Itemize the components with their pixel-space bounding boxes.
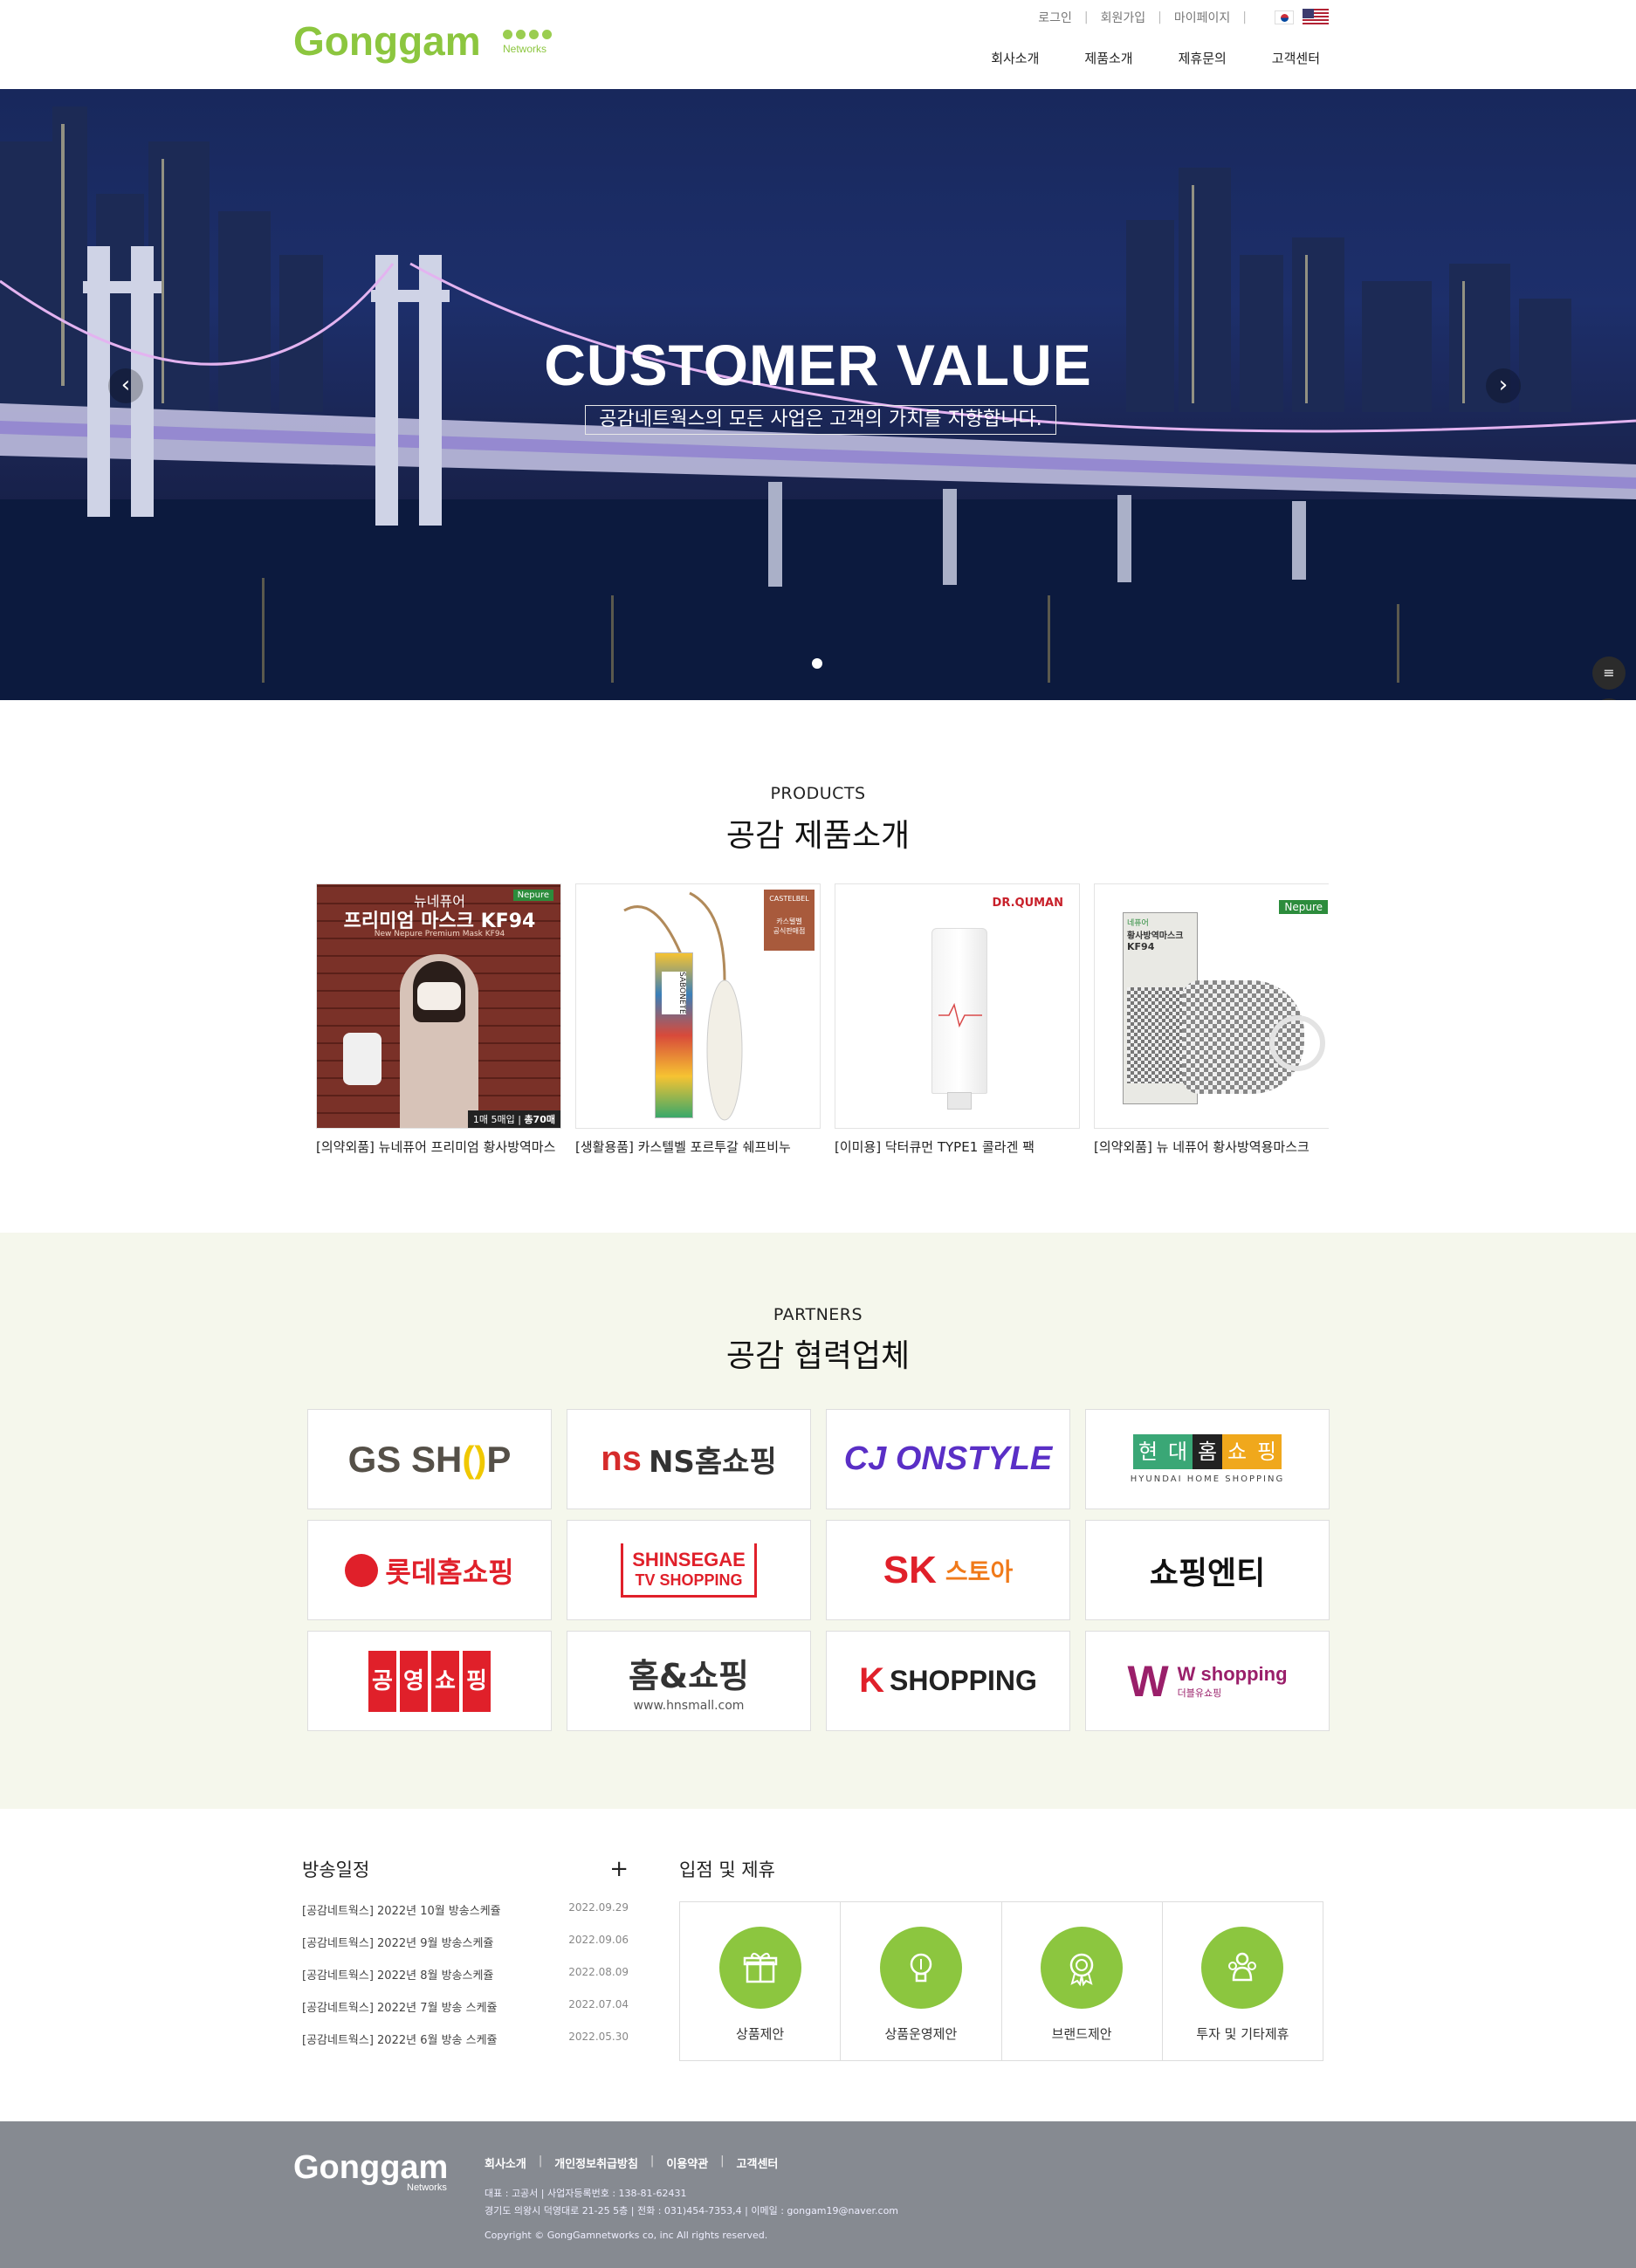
partner-shoppingnt[interactable]: 쇼핑엔티	[1085, 1520, 1330, 1620]
menu-icon[interactable]: ≡	[1592, 656, 1626, 690]
logo-sub: Networks	[503, 43, 547, 55]
products-label-en: PRODUCTS	[770, 784, 866, 803]
k-logo-icon: K	[859, 1661, 884, 1700]
gift-icon	[718, 1927, 801, 2009]
partner-lotte-homeshopping[interactable]: 롯데홈쇼핑	[307, 1520, 552, 1620]
partner-cj-onstyle[interactable]: CJ ONSTYLE	[826, 1409, 1070, 1509]
product-image[interactable]: Nepure 뉴네퓨어 프리미엄 마스크 KF94 New Nepure Pre…	[316, 883, 561, 1129]
product-name[interactable]: [이미용] 닥터큐먼 TYPE1 콜라겐 팩	[835, 1137, 1080, 1154]
quick-side-buttons: ≡ ● ▭	[1592, 656, 1626, 700]
brand-proposal-card[interactable]: 브랜드제안	[1002, 1902, 1163, 2060]
partner-w-shopping[interactable]: W W shopping 더블유쇼핑	[1085, 1631, 1330, 1731]
broadcast-schedule: 방송일정 + [공감네트웍스] 2022년 10월 방송스케쥴 2022.09.2…	[302, 1856, 629, 2063]
hero-subtitle: 공감네트웍스의 모든 사업은 고객의 가치를 지향합니다.	[585, 405, 1056, 435]
medal-icon	[1041, 1927, 1124, 2009]
footer-address-info: 경기도 의왕시 덕영대로 21-25 5층 | 전화 : 031)454-735…	[485, 2205, 899, 2216]
footer-logo[interactable]: Gonggam	[293, 2149, 448, 2187]
product-image[interactable]: Nepure 네퓨어 황사방역마스크 KF94	[1094, 883, 1329, 1129]
footer-links: 회사소개 | 개인정보취급방침 | 이용약관 | 고객센터	[485, 2155, 779, 2171]
list-item[interactable]: [공감네트웍스] 2022년 7월 방송 스케쥴 2022.07.04	[302, 1998, 629, 2031]
partner-shinsegae-tvshopping[interactable]: SHINSEGAE TV SHOPPING	[567, 1520, 811, 1620]
schedule-title: 방송일정	[302, 1859, 370, 1880]
footer-company-info: 대표 : 고공서 | 사업자등록번호 : 138-81-62431	[485, 2188, 687, 2199]
partner-gongyoung-shopping[interactable]: 공 영 쇼 핑	[307, 1631, 552, 1731]
footer-copyright: Copyright © GongGamnetworks co, inc All …	[485, 2230, 768, 2241]
main-nav: 회사소개 제품소개 제휴문의 고객센터	[991, 49, 1320, 67]
hero-prev-arrow-icon[interactable]: ‹	[108, 368, 143, 403]
site-header: Gonggam Networks 로그인 | 회원가입 | 마이페이지 | 회사…	[0, 0, 1636, 89]
people-icon	[1201, 1927, 1284, 2009]
hero-title: CUSTOMER VALUE	[544, 333, 1092, 397]
lotte-logo-icon	[345, 1553, 379, 1587]
footer-link-support[interactable]: 고객센터	[737, 2155, 779, 2171]
product-name[interactable]: [의약외품] 뉴네퓨어 프리미엄 황사방역마스	[316, 1137, 561, 1154]
logo-text: Gonggam	[293, 18, 481, 64]
partner-gsshop[interactable]: GS SH()P	[307, 1409, 552, 1509]
product-name[interactable]: [생활용품] 카스텔벨 포르투갈 쉐프비누	[575, 1137, 821, 1154]
product-card[interactable]: DR.QUMAN [이미용] 닥터큐먼 TYPE1 콜라겐 팩	[835, 883, 1080, 1154]
nav-support[interactable]: 고객센터	[1272, 49, 1320, 67]
list-item[interactable]: [공감네트웍스] 2022년 10월 방송스케쥴 2022.09.29	[302, 1901, 629, 1934]
partner-logo-grid: GS SH()P ns NS홈쇼핑 CJ ONSTYLE 현 대 홈 쇼 핑 H…	[307, 1409, 1330, 1731]
list-item[interactable]: [공감네트웍스] 2022년 8월 방송스케쥴 2022.08.09	[302, 1966, 629, 1998]
footer-logo-sub: Networks	[407, 2182, 447, 2193]
product-carousel: Nepure 뉴네퓨어 프리미엄 마스크 KF94 New Nepure Pre…	[316, 883, 1329, 1154]
partners-title: 공감 협력업체	[725, 1338, 911, 1374]
us-flag-icon[interactable]	[1303, 9, 1329, 26]
footer-link-company[interactable]: 회사소개	[485, 2155, 526, 2171]
w-logo-icon: W	[1127, 1656, 1169, 1706]
footer-link-privacy[interactable]: 개인정보취급방침	[554, 2155, 638, 2171]
list-item[interactable]: [공감네트웍스] 2022년 9월 방송스케쥴 2022.09.06	[302, 1934, 629, 1966]
nav-partnership[interactable]: 제휴문의	[1179, 49, 1227, 67]
plus-icon[interactable]: +	[609, 1858, 629, 1880]
signup-link[interactable]: 회원가입	[1101, 9, 1146, 26]
investment-partnership-card[interactable]: 투자 및 기타제휴	[1163, 1902, 1323, 2060]
language-switch	[1275, 9, 1329, 26]
product-proposal-card[interactable]: 상품제안	[680, 1902, 842, 2060]
partner-hyundai-homeshopping[interactable]: 현 대 홈 쇼 핑 HYUNDAI HOME SHOPPING	[1085, 1409, 1330, 1509]
login-link[interactable]: 로그인	[1038, 9, 1072, 26]
partner-home-and-shopping[interactable]: 홈&쇼핑 www.hnsmall.com	[567, 1631, 811, 1731]
product-card[interactable]: Nepure 뉴네퓨어 프리미엄 마스크 KF94 New Nepure Pre…	[316, 883, 561, 1154]
korean-flag-icon[interactable]	[1275, 10, 1294, 24]
hero-pagination-dot[interactable]	[812, 658, 822, 669]
footer-link-terms[interactable]: 이용약관	[666, 2155, 708, 2171]
partner-k-shopping[interactable]: K SHOPPING	[826, 1631, 1070, 1731]
product-card[interactable]: CASTELBEL 카스텔벨 공식판매점 SABONETE [생활용품] 카스텔…	[575, 883, 821, 1154]
partner-ns-homeshopping[interactable]: ns NS홈쇼핑	[567, 1409, 811, 1509]
site-logo[interactable]: Gonggam Networks	[293, 18, 552, 64]
operation-proposal-card[interactable]: 상품운영제안	[841, 1902, 1002, 2060]
lightbulb-icon	[879, 1927, 962, 2009]
partners-label-en: PARTNERS	[773, 1305, 863, 1324]
partner-sk-stoa[interactable]: SK 스토아	[826, 1520, 1070, 1620]
site-footer: Gonggam Networks 회사소개 | 개인정보취급방침 | 이용약관 …	[0, 2121, 1636, 2268]
product-name[interactable]: [의약외품] 뉴 네퓨어 황사방역용마스크	[1094, 1137, 1329, 1154]
nav-company[interactable]: 회사소개	[991, 49, 1039, 67]
products-title: 공감 제품소개	[725, 818, 911, 854]
hero-next-arrow-icon[interactable]: ›	[1486, 368, 1521, 403]
mypage-link[interactable]: 마이페이지	[1174, 9, 1230, 26]
partnership-title: 입점 및 제휴	[679, 1859, 775, 1880]
hero-banner: CUSTOMER VALUE 공감네트웍스의 모든 사업은 고객의 가치를 지향…	[0, 89, 1636, 700]
user-icon[interactable]: ●	[1592, 698, 1626, 700]
product-card[interactable]: Nepure 네퓨어 황사방역마스크 KF94 [의약외품] 뉴 네퓨어 황사방…	[1094, 883, 1329, 1154]
top-menu: 로그인 | 회원가입 | 마이페이지 |	[1038, 9, 1329, 26]
product-image[interactable]: DR.QUMAN	[835, 883, 1080, 1129]
product-image[interactable]: CASTELBEL 카스텔벨 공식판매점 SABONETE	[575, 883, 821, 1129]
nav-products[interactable]: 제품소개	[1084, 49, 1132, 67]
list-item[interactable]: [공감네트웍스] 2022년 6월 방송 스케쥴 2022.05.30	[302, 2031, 629, 2063]
partnership-section: 입점 및 제휴 상품제안 상품운영제안 브랜드제안 투자 및 기타제휴	[679, 1856, 1323, 2061]
logo-dots	[503, 30, 552, 39]
